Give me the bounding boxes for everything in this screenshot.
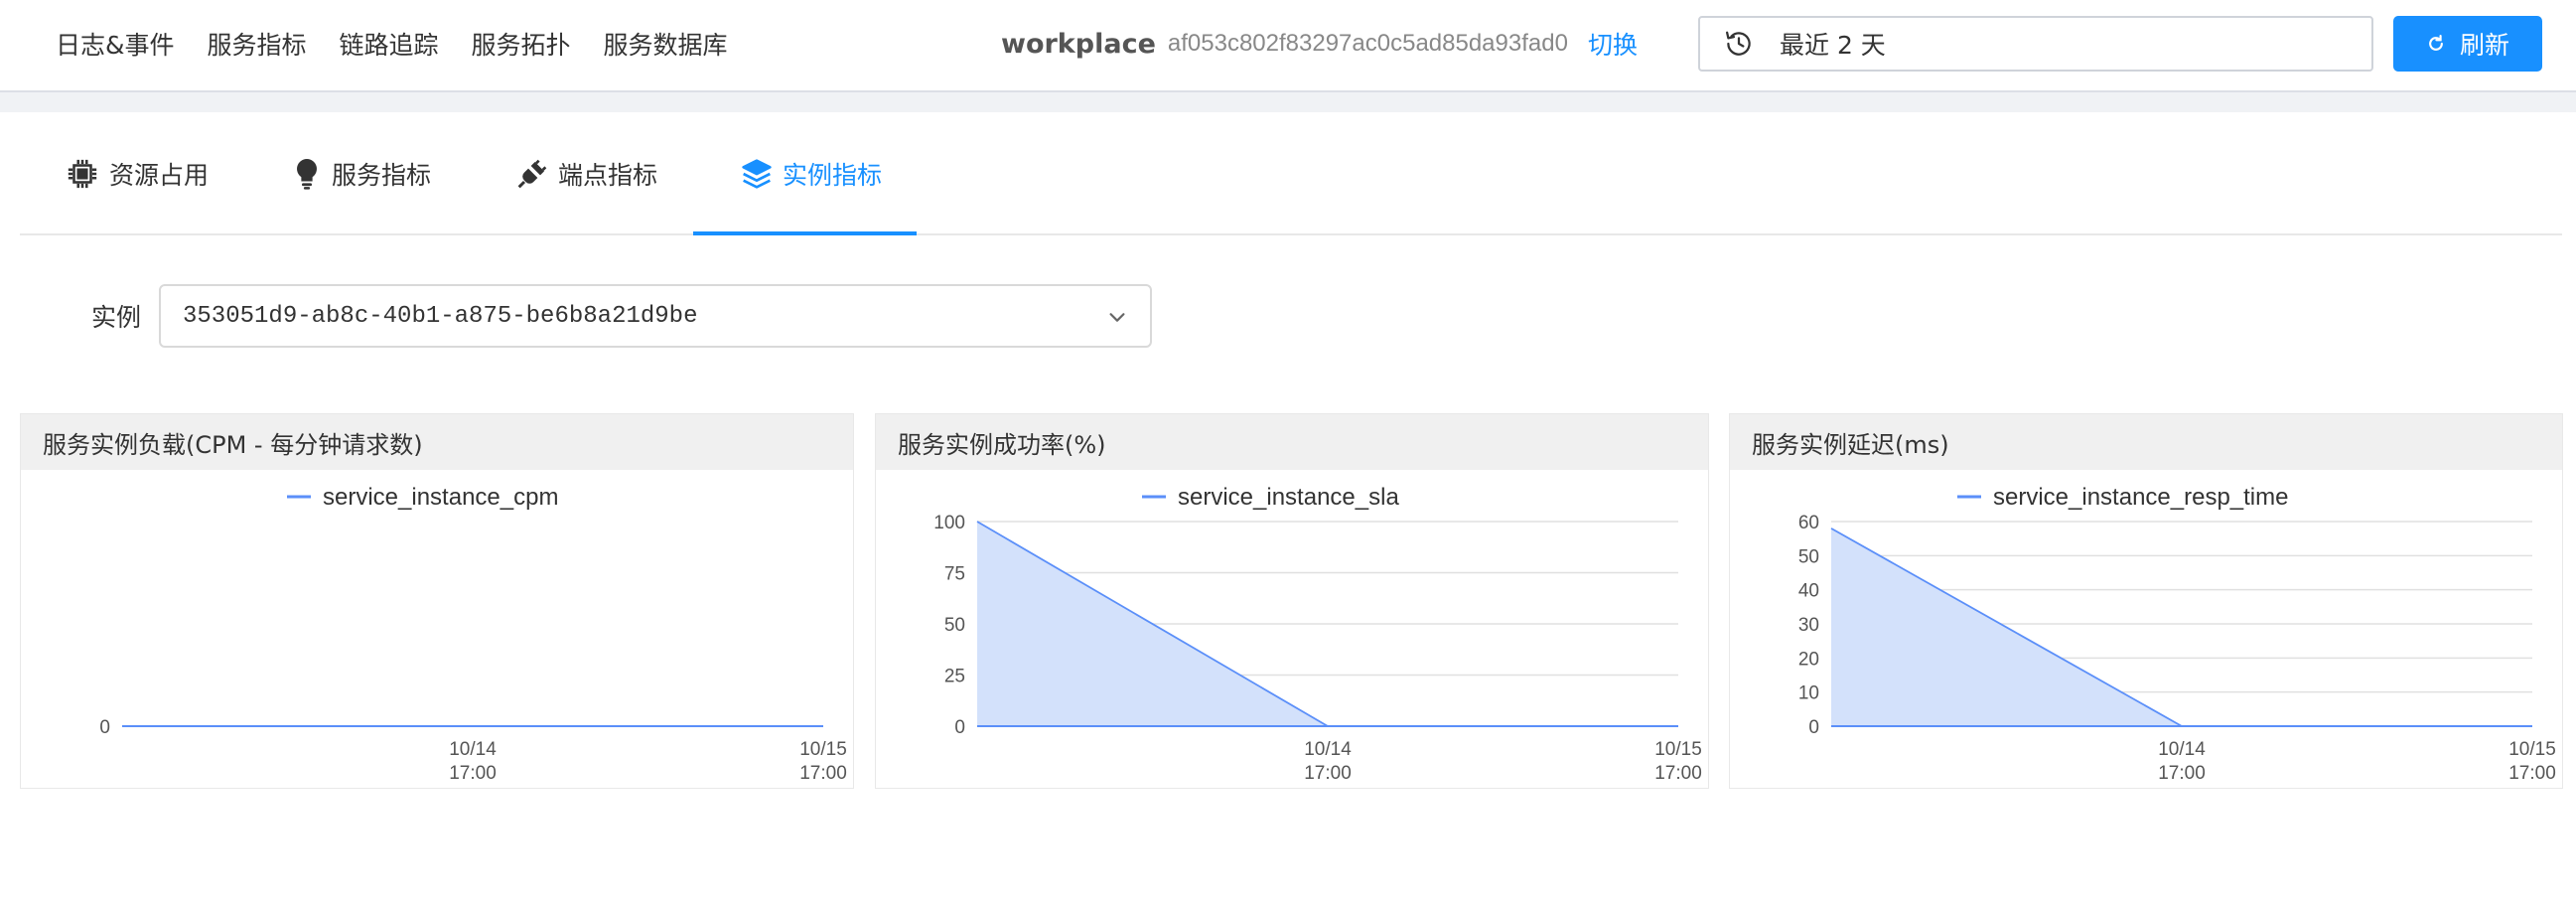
bulb-icon [297,159,317,190]
series-area [1831,528,2532,726]
x-tick-label: 10/15 17:00 [799,739,847,784]
reload-icon [2429,35,2443,51]
y-tick-label: 50 [944,615,965,636]
chart-card-resp-time: 服务实例延迟(ms) service_instance_resp_time 0 10… [1729,413,2563,789]
chart-title: 服务实例延迟(ms) [1730,414,2562,470]
x-tick-label: 10/14 17:00 [2158,739,2206,784]
tab-service-metrics[interactable]: 服务指标 [292,112,431,235]
refresh-button[interactable]: 刷新 [2393,16,2542,72]
x-tick-label: 10/15 17:00 [2508,739,2556,784]
nav-item-topology[interactable]: 服务拓扑 [472,26,571,62]
y-tick-label: 50 [1798,546,1819,567]
instance-select[interactable]: 353051d9-ab8c-40b1-a875-be6b8a21d9be [159,284,1152,348]
y-tick-label: 40 [1798,581,1819,602]
x-tick-label: 10/15 17:00 [1654,739,1702,784]
header-divider [0,92,2576,112]
x-tick-label: 10/14 17:00 [1304,739,1352,784]
legend-label: service_instance_cpm [323,484,558,511]
instance-label: 实例 [91,303,142,332]
y-tick-label: 0 [1808,717,1819,738]
y-tick-label: 20 [1798,649,1819,670]
y-tick-label: 60 [1798,513,1819,533]
cpu-chip-icon [68,159,97,189]
chart-title: 服务实例成功率(%) [876,414,1708,470]
switch-service-link[interactable]: 切换 [1588,26,1638,62]
layers-icon [742,159,772,189]
active-tab-indicator [693,231,917,235]
instance-select-value: 353051d9-ab8c-40b1-a875-be6b8a21d9be [183,302,698,330]
tab-instance-metrics[interactable]: 实例指标 [741,112,882,235]
sla-chart: service_instance_sla 0 25 50 75 100 10/14 17:00… [933,484,1702,784]
nav-item-database[interactable]: 服务数据库 [604,26,728,62]
chevron-down-icon [1109,313,1125,322]
service-name: workplace [1001,28,1156,60]
refresh-label: 刷新 [2459,31,2509,60]
service-id: af053c802f83297ac0c5ad85da93fad0 [1167,30,1568,57]
cpm-chart: service_instance_cpm 0 10/14 17:00 10/15 17:0… [99,484,847,784]
main-nav: 日志&事件 服务指标 链路追踪 服务拓扑 服务数据库 [56,0,761,87]
y-tick-label: 100 [933,513,965,533]
resp-time-chart: service_instance_resp_time 0 10 20 30 40 50 60 1… [1798,484,2556,784]
tab-endpoint-metrics[interactable]: 端点指标 [516,112,657,235]
nav-item-service-metrics[interactable]: 服务指标 [208,26,307,62]
api-plug-icon [517,159,547,189]
chart-title: 服务实例负载(CPM - 每分钟请求数) [21,414,853,470]
legend-label: service_instance_resp_time [1993,484,2288,511]
tab-label: 实例指标 [783,161,883,190]
top-bar: 日志&事件 服务指标 链路追踪 服务拓扑 服务数据库 workplace af0… [0,0,2576,92]
history-icon [1726,31,1751,56]
nav-item-tracing[interactable]: 链路追踪 [340,26,439,62]
metric-tabs: 资源占用 服务指标 端点指标 实例指标 [20,112,2562,235]
y-tick-label: 25 [944,667,965,687]
time-range-picker[interactable]: 最近 2 天 [1698,16,2373,72]
chart-card-cpm: 服务实例负载(CPM - 每分钟请求数) service_instance_cp… [20,413,854,789]
y-tick-label: 10 [1798,683,1819,704]
y-tick-label: 75 [944,564,965,585]
legend-label: service_instance_sla [1178,484,1399,511]
x-tick-label: 10/14 17:00 [449,739,497,784]
tab-label: 资源占用 [109,161,210,190]
tab-label: 端点指标 [558,161,658,190]
time-range-value: 最近 2 天 [1780,31,1886,60]
current-service: workplace af053c802f83297ac0c5ad85da93fa… [1001,0,1638,87]
tab-resource-usage[interactable]: 资源占用 [66,112,209,235]
y-tick-label: 0 [954,717,965,738]
nav-item-logs-events[interactable]: 日志&事件 [56,26,175,62]
tab-label: 服务指标 [332,161,432,190]
y-tick-label: 30 [1798,615,1819,636]
y-tick-label: 0 [99,717,110,738]
chart-card-sla: 服务实例成功率(%) service_instance_sla 0 25 50 75 10… [875,413,1709,789]
